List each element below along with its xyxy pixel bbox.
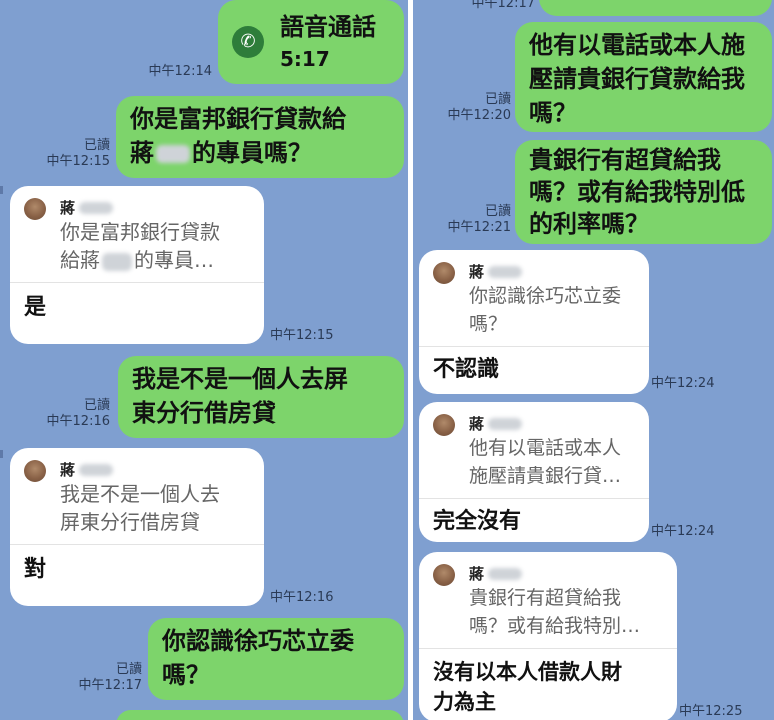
quoted-message[interactable]: 蔣 我是不是一個人去 屏東分行借房貸: [10, 448, 264, 545]
quoted-message[interactable]: 蔣 他有以電話或本人 施壓請貴銀行貸…: [419, 402, 649, 499]
outgoing-message-1-line2: 蔣 的專員嗎？: [130, 136, 390, 170]
quoted-sender: 蔣: [469, 564, 663, 584]
quoted-text: 你認識徐巧芯立委 嗎？: [469, 285, 622, 335]
quoted-message[interactable]: 蔣 你是富邦銀行貸款 給蔣 的專員…: [10, 186, 264, 283]
incoming-reply-3[interactable]: 蔣 你認識徐巧芯立委 嗎？ 不認識: [419, 250, 649, 394]
voice-call-time: 中午12:14: [148, 64, 212, 79]
incoming-reply-4[interactable]: 蔣 他有以電話或本人 施壓請貴銀行貸… 完全沒有: [419, 402, 649, 542]
incoming-reply-2-time: 中午12:16: [270, 590, 334, 605]
message-time: 中午12:15: [46, 154, 110, 169]
voice-call-duration: 5:17: [280, 47, 330, 71]
quoted-sender: 蔣: [60, 460, 250, 480]
reply-text: 沒有以本人借款人財 力為主: [433, 660, 622, 714]
incoming-reply-5-time: 中午12:25: [679, 704, 743, 719]
chat-panel-left[interactable]: ✆ 語音通話 5:17 中午12:14 你是富邦銀行貸款給 蔣 的專員嗎？ 已讀 …: [0, 0, 408, 720]
redacted-name: [102, 252, 132, 271]
read-receipt: 已讀: [83, 398, 110, 413]
outgoing-message-cutoff[interactable]: 嗎？: [539, 0, 772, 16]
quoted-message[interactable]: 蔣 你認識徐巧芯立委 嗎？: [419, 250, 649, 347]
read-receipt: 已讀: [484, 204, 511, 219]
read-receipt: 已讀: [83, 138, 110, 153]
read-receipt: 已讀: [484, 92, 511, 107]
outgoing-message-5-meta: 已讀 中午12:21: [429, 204, 511, 236]
quoted-text: 他有以電話或本人 施壓請貴銀行貸…: [469, 437, 622, 487]
incoming-reply-3-time: 中午12:24: [651, 376, 715, 391]
redacted-name: [488, 266, 523, 278]
outgoing-message-1-meta: 已讀 中午12:15: [28, 138, 110, 170]
quoted-text-line2: 給蔣 的專員…: [60, 248, 214, 272]
phone-icon: ✆: [232, 26, 264, 58]
redacted-name: [488, 418, 523, 430]
outgoing-message-4[interactable]: 他有以電話或本人施 壓請貴銀行貸款給我 嗎？: [515, 22, 772, 132]
quoted-text: 貴銀行有超貸給我 嗎？或有給我特別…: [469, 587, 641, 637]
redacted-name: [79, 202, 114, 214]
outgoing-message-peek[interactable]: [116, 710, 404, 720]
avatar: [433, 564, 455, 586]
outgoing-message-1-rest: 的專員嗎？: [192, 139, 312, 167]
outgoing-message-1-name: 蔣: [130, 139, 154, 167]
quoted-sender: 蔣: [469, 414, 635, 434]
incoming-reply-1-time: 中午12:15: [270, 328, 334, 343]
avatar: [433, 414, 455, 436]
reply-text: 對: [24, 557, 47, 582]
quoted-sender: 蔣: [469, 262, 635, 282]
read-receipt: 已讀: [115, 662, 142, 677]
avatar: [433, 262, 455, 284]
avatar: [24, 198, 46, 220]
reply-text: 完全沒有: [433, 509, 522, 534]
edge-marker: [0, 186, 3, 194]
outgoing-message-2-meta: 已讀 中午12:16: [28, 398, 110, 430]
avatar: [24, 460, 46, 482]
redacted-name: [488, 568, 523, 580]
outgoing-message-3[interactable]: 你認識徐巧芯立委 嗎？: [148, 618, 404, 700]
quoted-text-line1: 你是富邦銀行貸款: [60, 220, 220, 244]
incoming-reply-5[interactable]: 蔣 貴銀行有超貸給我 嗎？或有給我特別… 沒有以本人借款人財 力為主: [419, 552, 677, 720]
quoted-sender: 蔣: [60, 198, 250, 218]
incoming-reply-2[interactable]: 蔣 我是不是一個人去 屏東分行借房貸 對: [10, 448, 264, 606]
outgoing-message-1[interactable]: 你是富邦銀行貸款給 蔣 的專員嗎？: [116, 96, 404, 178]
edge-marker: [0, 450, 3, 458]
quoted-text: 我是不是一個人去 屏東分行借房貸: [60, 482, 220, 534]
message-time: 中午12:20: [447, 108, 511, 123]
incoming-reply-4-time: 中午12:24: [651, 524, 715, 539]
quoted-message[interactable]: 蔣 貴銀行有超貸給我 嗎？或有給我特別…: [419, 552, 677, 649]
chat-panel-right[interactable]: 嗎？ 中午12:17 他有以電話或本人施 壓請貴銀行貸款給我 嗎？ 已讀 中午1…: [413, 0, 774, 720]
outgoing-message-2[interactable]: 我是不是一個人去屏 東分行借房貸: [118, 356, 404, 438]
voice-call-bubble[interactable]: ✆ 語音通話 5:17: [218, 0, 404, 84]
message-time: 中午12:17: [78, 678, 142, 693]
outgoing-message-1-line1: 你是富邦銀行貸款給: [130, 105, 346, 133]
reply-text: 不認識: [433, 357, 500, 382]
message-time: 中午12:21: [447, 220, 511, 235]
outgoing-message-cutoff-time: 中午12:17: [471, 0, 535, 11]
outgoing-message-3-meta: 已讀 中午12:17: [60, 662, 142, 694]
incoming-reply-1[interactable]: 蔣 你是富邦銀行貸款 給蔣 的專員… 是: [10, 186, 264, 344]
outgoing-message-4-meta: 已讀 中午12:20: [429, 92, 511, 124]
voice-call-title: 語音通話: [280, 13, 376, 41]
redacted-name: [79, 464, 114, 476]
message-time: 中午12:16: [46, 414, 110, 429]
redacted-name: [156, 145, 190, 163]
outgoing-message-5[interactable]: 貴銀行有超貸給我 嗎？或有給我特別低 的利率嗎？: [515, 140, 772, 244]
reply-text: 是: [24, 295, 47, 320]
